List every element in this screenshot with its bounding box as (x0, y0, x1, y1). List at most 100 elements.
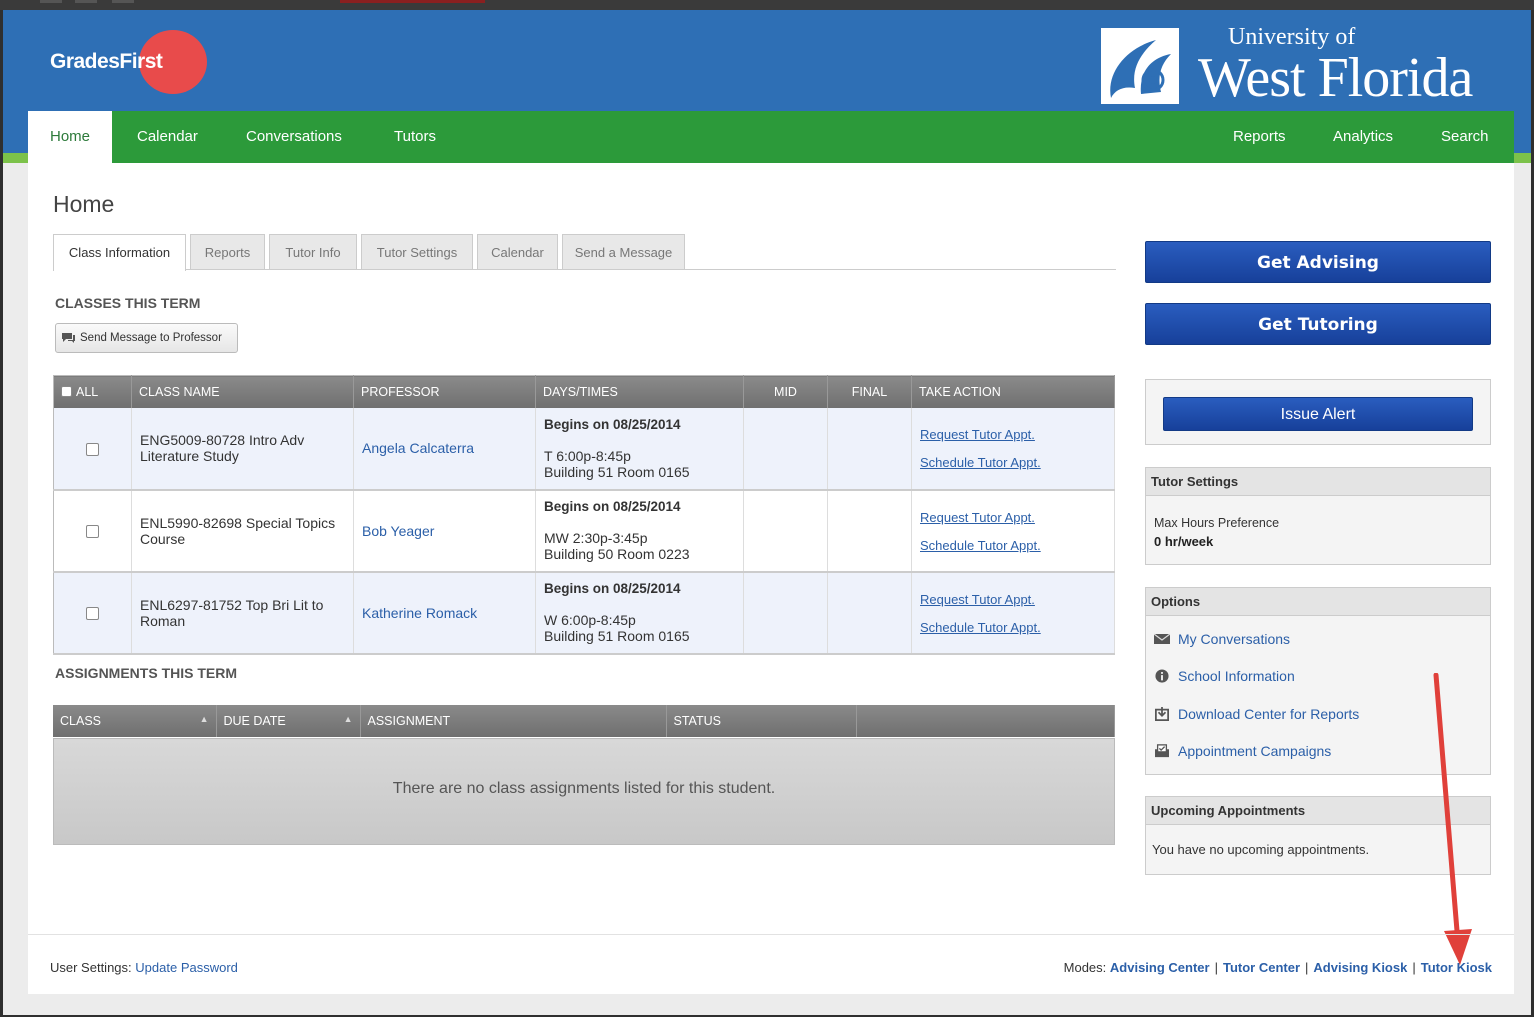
modes: Modes: Advising Center | Tutor Center | Advi… (1064, 960, 1492, 975)
page-title: Home (53, 191, 115, 217)
page-footer: User Settings: Update Password Modes: Ad… (28, 934, 1514, 994)
university-name-line2: West Florida (1198, 47, 1473, 109)
tutor-settings-panel: Tutor Settings Max Hours Preference 0 hr… (1145, 467, 1491, 565)
mid-cell (743, 571, 828, 655)
class-name-cell: ENL5990-82698 Special Topics Course (131, 489, 354, 573)
col-mid: MID (743, 375, 828, 408)
user-settings: User Settings: Update Password (50, 960, 238, 975)
request-tutor-appt-link[interactable]: Request Tutor Appt. (920, 510, 1035, 525)
professor-link[interactable]: Angela Calcaterra (362, 440, 474, 456)
meeting-time: W 6:00p-8:45p (544, 612, 636, 628)
download-center-link[interactable]: Download Center for Reports (1154, 706, 1359, 722)
request-tutor-appt-link[interactable]: Request Tutor Appt. (920, 427, 1035, 442)
class-name-cell: ENG5009-80728 Intro Adv Literature Study (131, 407, 354, 491)
options-title: Options (1146, 588, 1490, 616)
assignments-table: CLASS ▲ DUE DATE ▲ ASSIGNMENT STATUS (53, 705, 1115, 737)
send-message-label: Send Message to Professor (80, 332, 222, 344)
issue-alert-button[interactable]: Issue Alert (1163, 397, 1473, 431)
col-final: FINAL (827, 375, 912, 408)
separator: | (1214, 960, 1218, 975)
col-class[interactable]: CLASS ▲ (53, 705, 217, 737)
col-due-date[interactable]: DUE DATE ▲ (216, 705, 361, 737)
mode-advising-center[interactable]: Advising Center (1110, 960, 1210, 975)
my-conversations-link[interactable]: My Conversations (1154, 631, 1290, 647)
days-times-cell: Begins on 08/25/2014 W 6:00p-8:45p Build… (535, 571, 744, 655)
row-select-cell (53, 407, 132, 491)
window-control (40, 0, 62, 3)
final-cell (827, 489, 912, 573)
class-name-cell: ENL6297-81752 Top Bri Lit to Roman (131, 571, 354, 655)
meeting-time: MW 2:30p-3:45p (544, 530, 648, 546)
schedule-tutor-appt-link[interactable]: Schedule Tutor Appt. (920, 620, 1041, 635)
get-tutoring-button[interactable]: Get Tutoring (1145, 303, 1491, 345)
tab-class-information[interactable]: Class Information (53, 234, 186, 271)
assignments-header-row: CLASS ▲ DUE DATE ▲ ASSIGNMENT STATUS (53, 705, 1115, 737)
appointment-campaigns-link[interactable]: Appointment Campaigns (1154, 743, 1331, 759)
row-checkbox[interactable] (86, 525, 99, 539)
classes-table: ALL CLASS NAME PROFESSOR DAYS/TIMES MID … (53, 375, 1115, 655)
table-row: ENL5990-82698 Special Topics Course Bob … (53, 489, 1115, 573)
nav-reports[interactable]: Reports (1233, 111, 1286, 163)
window-indicator (340, 0, 485, 3)
nav-calendar[interactable]: Calendar (137, 111, 198, 163)
update-password-link[interactable]: Update Password (135, 960, 238, 975)
take-action-cell: Request Tutor Appt. Schedule Tutor Appt. (911, 571, 1115, 655)
col-all[interactable]: ALL (53, 375, 132, 408)
sort-icon: ▲ (343, 714, 353, 724)
meeting-location: Building 51 Room 0165 (544, 463, 690, 480)
classes-header-row: ALL CLASS NAME PROFESSOR DAYS/TIMES MID … (53, 375, 1115, 408)
nav-search[interactable]: Search (1441, 111, 1489, 163)
final-cell (827, 407, 912, 491)
take-action-cell: Request Tutor Appt. Schedule Tutor Appt. (911, 407, 1115, 491)
table-row: ENG5009-80728 Intro Adv Literature Study… (53, 407, 1115, 491)
tab-calendar[interactable]: Calendar (477, 234, 558, 269)
classes-section-title: CLASSES THIS TERM (55, 295, 201, 311)
meeting-time: T 6:00p-8:45p (544, 447, 631, 464)
no-appointments-message: You have no upcoming appointments. (1152, 842, 1370, 857)
nautilus-shell-icon (1101, 28, 1179, 104)
begin-date: Begins on 08/25/2014 (544, 416, 681, 432)
professor-link[interactable]: Bob Yeager (362, 523, 434, 539)
tab-send-a-message[interactable]: Send a Message (562, 234, 685, 269)
row-select-cell (53, 489, 132, 573)
mode-advising-kiosk[interactable]: Advising Kiosk (1313, 960, 1407, 975)
browser-viewport: GradesFirst University of West Florida H… (3, 10, 1531, 1015)
window-control (112, 0, 134, 3)
mode-tutor-center[interactable]: Tutor Center (1223, 960, 1300, 975)
school-information-link[interactable]: School Information (1154, 668, 1295, 684)
col-assignment: ASSIGNMENT (360, 705, 667, 737)
select-all-checkbox[interactable] (61, 385, 72, 397)
schedule-tutor-appt-link[interactable]: Schedule Tutor Appt. (920, 538, 1041, 553)
meeting-location: Building 50 Room 0223 (544, 546, 690, 562)
max-hours-value: 0 hr/week (1154, 534, 1214, 549)
logo-text: GradesFirst (50, 50, 163, 73)
mid-cell (743, 489, 828, 573)
max-hours-label: Max Hours Preference (1154, 516, 1280, 530)
send-message-to-professor-button[interactable]: Send Message to Professor (55, 323, 238, 353)
no-assignments-message: There are no class assignments listed fo… (53, 738, 1115, 845)
schedule-tutor-appt-link[interactable]: Schedule Tutor Appt. (920, 455, 1041, 470)
nav-conversations[interactable]: Conversations (246, 111, 342, 163)
assignments-section-title: ASSIGNMENTS THIS TERM (55, 665, 238, 681)
nav-analytics[interactable]: Analytics (1333, 111, 1393, 163)
col-take-action: TAKE ACTION (911, 375, 1115, 408)
nav-home[interactable]: Home (28, 111, 113, 163)
nav-tutors[interactable]: Tutors (394, 111, 436, 163)
row-checkbox[interactable] (86, 442, 99, 456)
mode-tutor-kiosk[interactable]: Tutor Kiosk (1421, 960, 1492, 975)
annotation-arrow-icon (1433, 673, 1472, 965)
tab-tutor-settings[interactable]: Tutor Settings (361, 234, 473, 269)
row-checkbox[interactable] (86, 607, 99, 621)
tab-bar: Class Information Reports Tutor Info Tut… (53, 234, 1116, 271)
professor-cell: Angela Calcaterra (353, 407, 536, 491)
col-status: STATUS (666, 705, 857, 737)
col-days-times: DAYS/TIMES (535, 375, 744, 408)
final-cell (827, 571, 912, 655)
tab-reports[interactable]: Reports (190, 234, 265, 269)
main-nav: Home Calendar Conversations Tutors Repor… (28, 111, 1514, 163)
tab-tutor-info[interactable]: Tutor Info (269, 234, 357, 269)
professor-link[interactable]: Katherine Romack (362, 605, 477, 621)
get-advising-button[interactable]: Get Advising (1145, 241, 1491, 283)
request-tutor-appt-link[interactable]: Request Tutor Appt. (920, 592, 1035, 607)
window-top-bar (0, 0, 1534, 10)
